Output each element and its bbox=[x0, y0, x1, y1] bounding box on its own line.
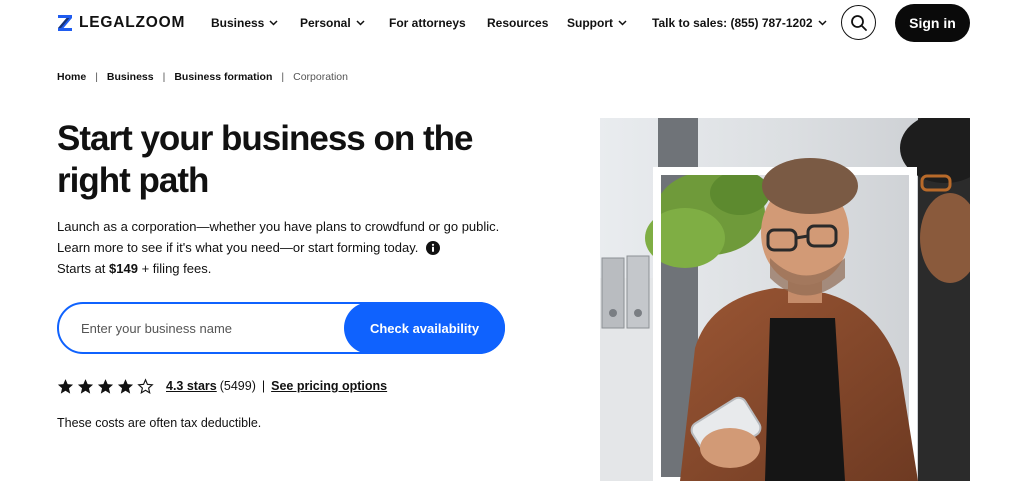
business-name-search-form: Check availability bbox=[57, 302, 505, 354]
breadcrumb: Home | Business | Business formation | C… bbox=[57, 71, 348, 83]
chevron-down-icon bbox=[618, 20, 627, 26]
brand-logo[interactable]: LEGALZOOM bbox=[57, 13, 185, 33]
check-availability-button[interactable]: Check availability bbox=[344, 302, 505, 354]
breadcrumb-current-corporation: Corporation bbox=[293, 71, 348, 83]
hero-photo bbox=[600, 118, 970, 481]
breadcrumb-separator: | bbox=[95, 71, 98, 83]
top-navigation: LEGALZOOM Business Personal For attorney… bbox=[0, 0, 1024, 46]
breadcrumb-business[interactable]: Business bbox=[107, 71, 154, 83]
breadcrumb-business-formation[interactable]: Business formation bbox=[174, 71, 272, 83]
starts-at-label: Starts at bbox=[57, 261, 106, 276]
nav-item-label: Support bbox=[567, 16, 613, 30]
star-outline-icon bbox=[137, 377, 154, 394]
rating-row: 4.3 stars (5499) | See pricing options bbox=[57, 376, 387, 396]
nav-item-talk-to-sales[interactable]: Talk to sales: (855) 787-1202 bbox=[652, 16, 827, 30]
breadcrumb-home[interactable]: Home bbox=[57, 71, 86, 83]
nav-item-personal[interactable]: Personal bbox=[300, 16, 365, 30]
nav-item-business[interactable]: Business bbox=[211, 16, 278, 30]
sign-in-button[interactable]: Sign in bbox=[895, 4, 970, 42]
info-icon[interactable] bbox=[425, 241, 440, 255]
see-pricing-options-link[interactable]: See pricing options bbox=[271, 379, 387, 393]
price-suffix: + filing fees. bbox=[141, 261, 212, 276]
search-icon bbox=[850, 14, 867, 31]
star-filled-icon bbox=[117, 378, 134, 394]
nav-item-for-attorneys[interactable]: For attorneys bbox=[389, 16, 466, 30]
nav-item-label: Business bbox=[211, 16, 265, 30]
nav-item-label: Personal bbox=[300, 16, 351, 30]
rating-link[interactable]: 4.3 stars bbox=[166, 379, 217, 393]
nav-item-label: For attorneys bbox=[389, 16, 466, 30]
chevron-down-icon bbox=[269, 20, 278, 26]
nav-item-label: Resources bbox=[487, 16, 549, 30]
breadcrumb-separator: | bbox=[162, 71, 166, 83]
star-filled-icon bbox=[77, 378, 94, 394]
chevron-down-icon bbox=[818, 20, 827, 26]
legalzoom-z-logo-icon bbox=[58, 15, 72, 31]
rating-divider: | bbox=[261, 379, 266, 393]
chevron-down-icon bbox=[356, 20, 365, 26]
brand-name: LEGALZOOM bbox=[79, 14, 186, 31]
star-filled-icon bbox=[57, 378, 74, 394]
hero-description: Launch as a corporation—whether you have… bbox=[57, 216, 507, 279]
nav-item-support[interactable]: Support bbox=[567, 16, 627, 30]
price: $149 bbox=[109, 261, 138, 276]
hero-photo-illustration bbox=[600, 118, 970, 481]
nav-item-resources[interactable]: Resources bbox=[487, 16, 548, 30]
star-filled-icon bbox=[97, 378, 114, 394]
review-count: (5499) bbox=[219, 379, 256, 393]
business-name-input[interactable] bbox=[81, 304, 341, 352]
breadcrumb-separator: | bbox=[281, 71, 285, 83]
nav-item-label: Talk to sales: (855) 787-1202 bbox=[652, 16, 813, 30]
search-button[interactable] bbox=[841, 5, 876, 40]
star-rating bbox=[57, 377, 154, 395]
tax-note: These costs are often tax deductible. bbox=[57, 416, 262, 430]
page-title: Start your business on the right path bbox=[57, 119, 473, 200]
